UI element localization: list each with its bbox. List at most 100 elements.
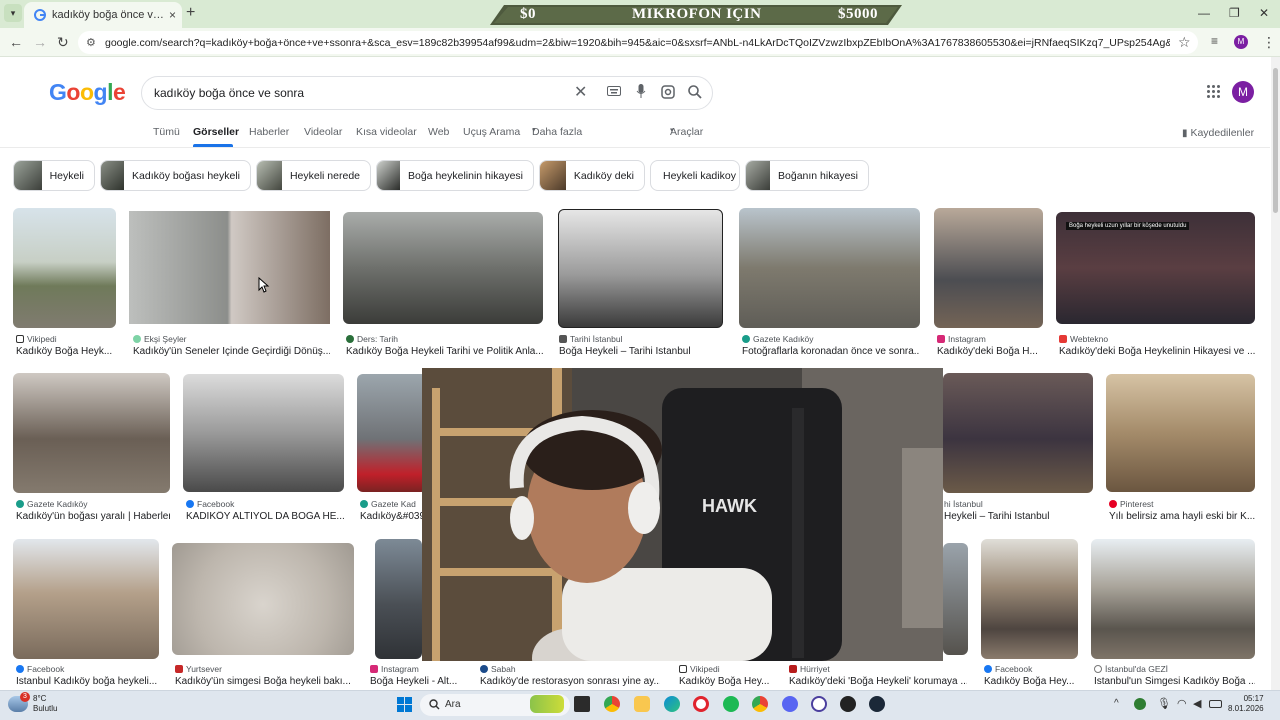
task-view-icon[interactable]: [574, 696, 590, 712]
result-title[interactable]: KADIKÖY ALTIYOL DA BOĞA HE...: [186, 511, 344, 522]
result-image[interactable]: [934, 208, 1043, 328]
result-source[interactable]: Gazete Kadıköy: [16, 499, 87, 509]
google-logo[interactable]: Google: [49, 79, 126, 106]
windows-start-icon[interactable]: [397, 697, 412, 712]
result-title[interactable]: Kadıköy Boğa Hey...: [984, 676, 1078, 687]
result-image[interactable]: [943, 373, 1093, 493]
search-icon[interactable]: [688, 85, 702, 99]
back-icon[interactable]: ←: [9, 34, 23, 50]
tab-close-icon[interactable]: ×: [169, 8, 176, 22]
result-source[interactable]: İstanbul'da GEZİ: [1094, 664, 1168, 674]
chip-heykeli-kadikoy[interactable]: Heykeli kadikoy: [650, 160, 740, 191]
result-title[interactable]: Kadıköy&#039: [360, 511, 422, 522]
result-source[interactable]: Facebook: [984, 664, 1032, 674]
result-source[interactable]: Webtekno: [1059, 334, 1108, 344]
result-source[interactable]: Vikipedi: [679, 664, 720, 674]
url-text[interactable]: google.com/search?q=kadıköy+boğa+önce+ve…: [105, 37, 1170, 49]
result-image[interactable]: [1091, 539, 1255, 659]
result-source[interactable]: Gazete Kadıköy: [742, 334, 813, 344]
steam-icon[interactable]: [869, 696, 885, 712]
result-image[interactable]: [739, 208, 920, 328]
result-image[interactable]: [13, 539, 159, 659]
result-image[interactable]: [375, 539, 422, 659]
result-image[interactable]: [183, 374, 344, 492]
browser-tab-active[interactable]: kadıköy boğa önce ve sonra - G ×: [24, 2, 182, 28]
clear-search-icon[interactable]: ✕: [574, 82, 587, 102]
tab-news[interactable]: Haberler: [249, 126, 289, 138]
result-image[interactable]: [1106, 374, 1255, 492]
chip-heykeli-nerede[interactable]: Heykeli nerede: [256, 160, 371, 191]
chrome-icon[interactable]: [604, 696, 620, 712]
result-source[interactable]: Yurtsever: [175, 664, 222, 674]
result-source[interactable]: Tarihi İstanbul: [559, 334, 622, 344]
result-image[interactable]: Boğa heykeli uzun yıllar bir köşede unut…: [1056, 212, 1255, 324]
result-source[interactable]: Instagram: [370, 664, 419, 674]
result-image[interactable]: [943, 543, 968, 655]
result-source[interactable]: Facebook: [186, 499, 234, 509]
lens-search-icon[interactable]: [661, 85, 675, 99]
minimize-icon[interactable]: —: [1198, 6, 1210, 20]
browser-profile-avatar[interactable]: M: [1234, 35, 1248, 49]
tray-app-icon[interactable]: [1134, 698, 1146, 710]
result-source[interactable]: hi İstanbul: [944, 499, 983, 509]
result-title[interactable]: İstanbul'un Simgesi Kadıköy Boğa ...: [1094, 676, 1255, 687]
chip-heykeli[interactable]: Heykeli: [13, 160, 95, 191]
google-apps-icon[interactable]: [1207, 85, 1221, 99]
result-title[interactable]: Kadıköy Boğa Heykeli Tarihi ve Politik A…: [346, 346, 543, 357]
chip-boga-heykelinin-hikayesi[interactable]: Boğa heykelinin hikayesi: [376, 160, 534, 191]
result-image[interactable]: [981, 539, 1078, 659]
chip-kadikoy-bogasi-heykeli[interactable]: Kadıköy boğası heykeli: [100, 160, 251, 191]
result-image[interactable]: [13, 373, 170, 493]
result-title[interactable]: Boğa Heykeli – Tarihi İstanbul: [559, 346, 723, 357]
result-title[interactable]: Heykeli – Tarihi İstanbul: [944, 511, 1093, 522]
volume-icon[interactable]: ◀: [1193, 697, 1201, 710]
result-source[interactable]: Hürriyet: [789, 664, 830, 674]
result-source[interactable]: Pinterest: [1109, 499, 1154, 509]
obs-icon[interactable]: [840, 696, 856, 712]
result-title[interactable]: Kadıköy'ün Seneler İçinde Geçirdiği Dönü…: [133, 346, 330, 357]
restore-icon[interactable]: ❐: [1229, 6, 1240, 20]
chrome-profile-icon[interactable]: [752, 696, 768, 712]
tab-all[interactable]: Tümü: [153, 126, 180, 138]
chip-kadikoy-deki[interactable]: Kadıköy deki: [539, 160, 645, 191]
tab-search-button[interactable]: ▾: [4, 4, 22, 22]
result-image[interactable]: [343, 212, 543, 324]
tab-images[interactable]: Görseller: [193, 126, 239, 138]
result-source[interactable]: Ders: Tarih: [346, 334, 398, 344]
result-source[interactable]: Ekşi Şeyler: [133, 334, 187, 344]
microphone-icon[interactable]: 🎙: [1157, 697, 1171, 710]
opera-icon[interactable]: [693, 696, 709, 712]
result-image[interactable]: [558, 209, 723, 328]
result-title[interactable]: Yılı belirsiz ama hayli eski bir K...: [1109, 511, 1255, 522]
keyboard-icon[interactable]: [607, 86, 621, 96]
scrollbar-thumb[interactable]: [1273, 68, 1278, 213]
tray-chevron-icon[interactable]: ^: [1114, 698, 1119, 709]
tab-videos[interactable]: Videolar: [304, 126, 342, 138]
result-title[interactable]: Kadıköy'de restorasyon sonrası yine ay..…: [480, 676, 660, 687]
reload-icon[interactable]: ↻: [57, 34, 69, 51]
result-title[interactable]: İstanbul Kadıköy boğa heykeli...: [16, 676, 159, 687]
account-avatar[interactable]: M: [1232, 81, 1254, 103]
new-tab-button[interactable]: +: [186, 4, 195, 22]
result-source[interactable]: Facebook: [16, 664, 64, 674]
file-explorer-icon[interactable]: [634, 696, 650, 712]
edge-icon[interactable]: [664, 696, 680, 712]
tab-web[interactable]: Web: [428, 126, 449, 138]
browser-menu-icon[interactable]: ⋮: [1262, 34, 1276, 51]
tab-flights[interactable]: Uçuş Arama: [463, 126, 520, 138]
search-highlight-icon[interactable]: [530, 695, 564, 713]
result-image[interactable]: [172, 543, 354, 655]
bookmark-star-icon[interactable]: ☆: [1178, 34, 1191, 51]
result-image[interactable]: [129, 211, 330, 324]
result-title[interactable]: Boğa Heykeli - Alt...: [370, 676, 462, 687]
voice-search-icon[interactable]: [636, 84, 646, 98]
result-title[interactable]: Kadıköy'deki 'Boğa Heykeli' korumaya ...: [789, 676, 967, 687]
result-source[interactable]: Sabah: [480, 664, 516, 674]
result-title[interactable]: Kadıköy Boğa Heyk...: [16, 346, 116, 357]
taskbar-clock[interactable]: 05:17 8.01.2026: [1228, 694, 1264, 714]
result-title[interactable]: Kadıköy Boğa Hey...: [679, 676, 774, 687]
result-title[interactable]: Kadıköy'deki Boğa Heykelinin Hikayesi ve…: [1059, 346, 1255, 357]
result-source[interactable]: Gazete Kad: [360, 499, 422, 509]
reading-list-icon[interactable]: ≡: [1211, 34, 1218, 48]
result-title[interactable]: Kadıköy'ün boğası yaralı | Haberler: [16, 511, 170, 522]
